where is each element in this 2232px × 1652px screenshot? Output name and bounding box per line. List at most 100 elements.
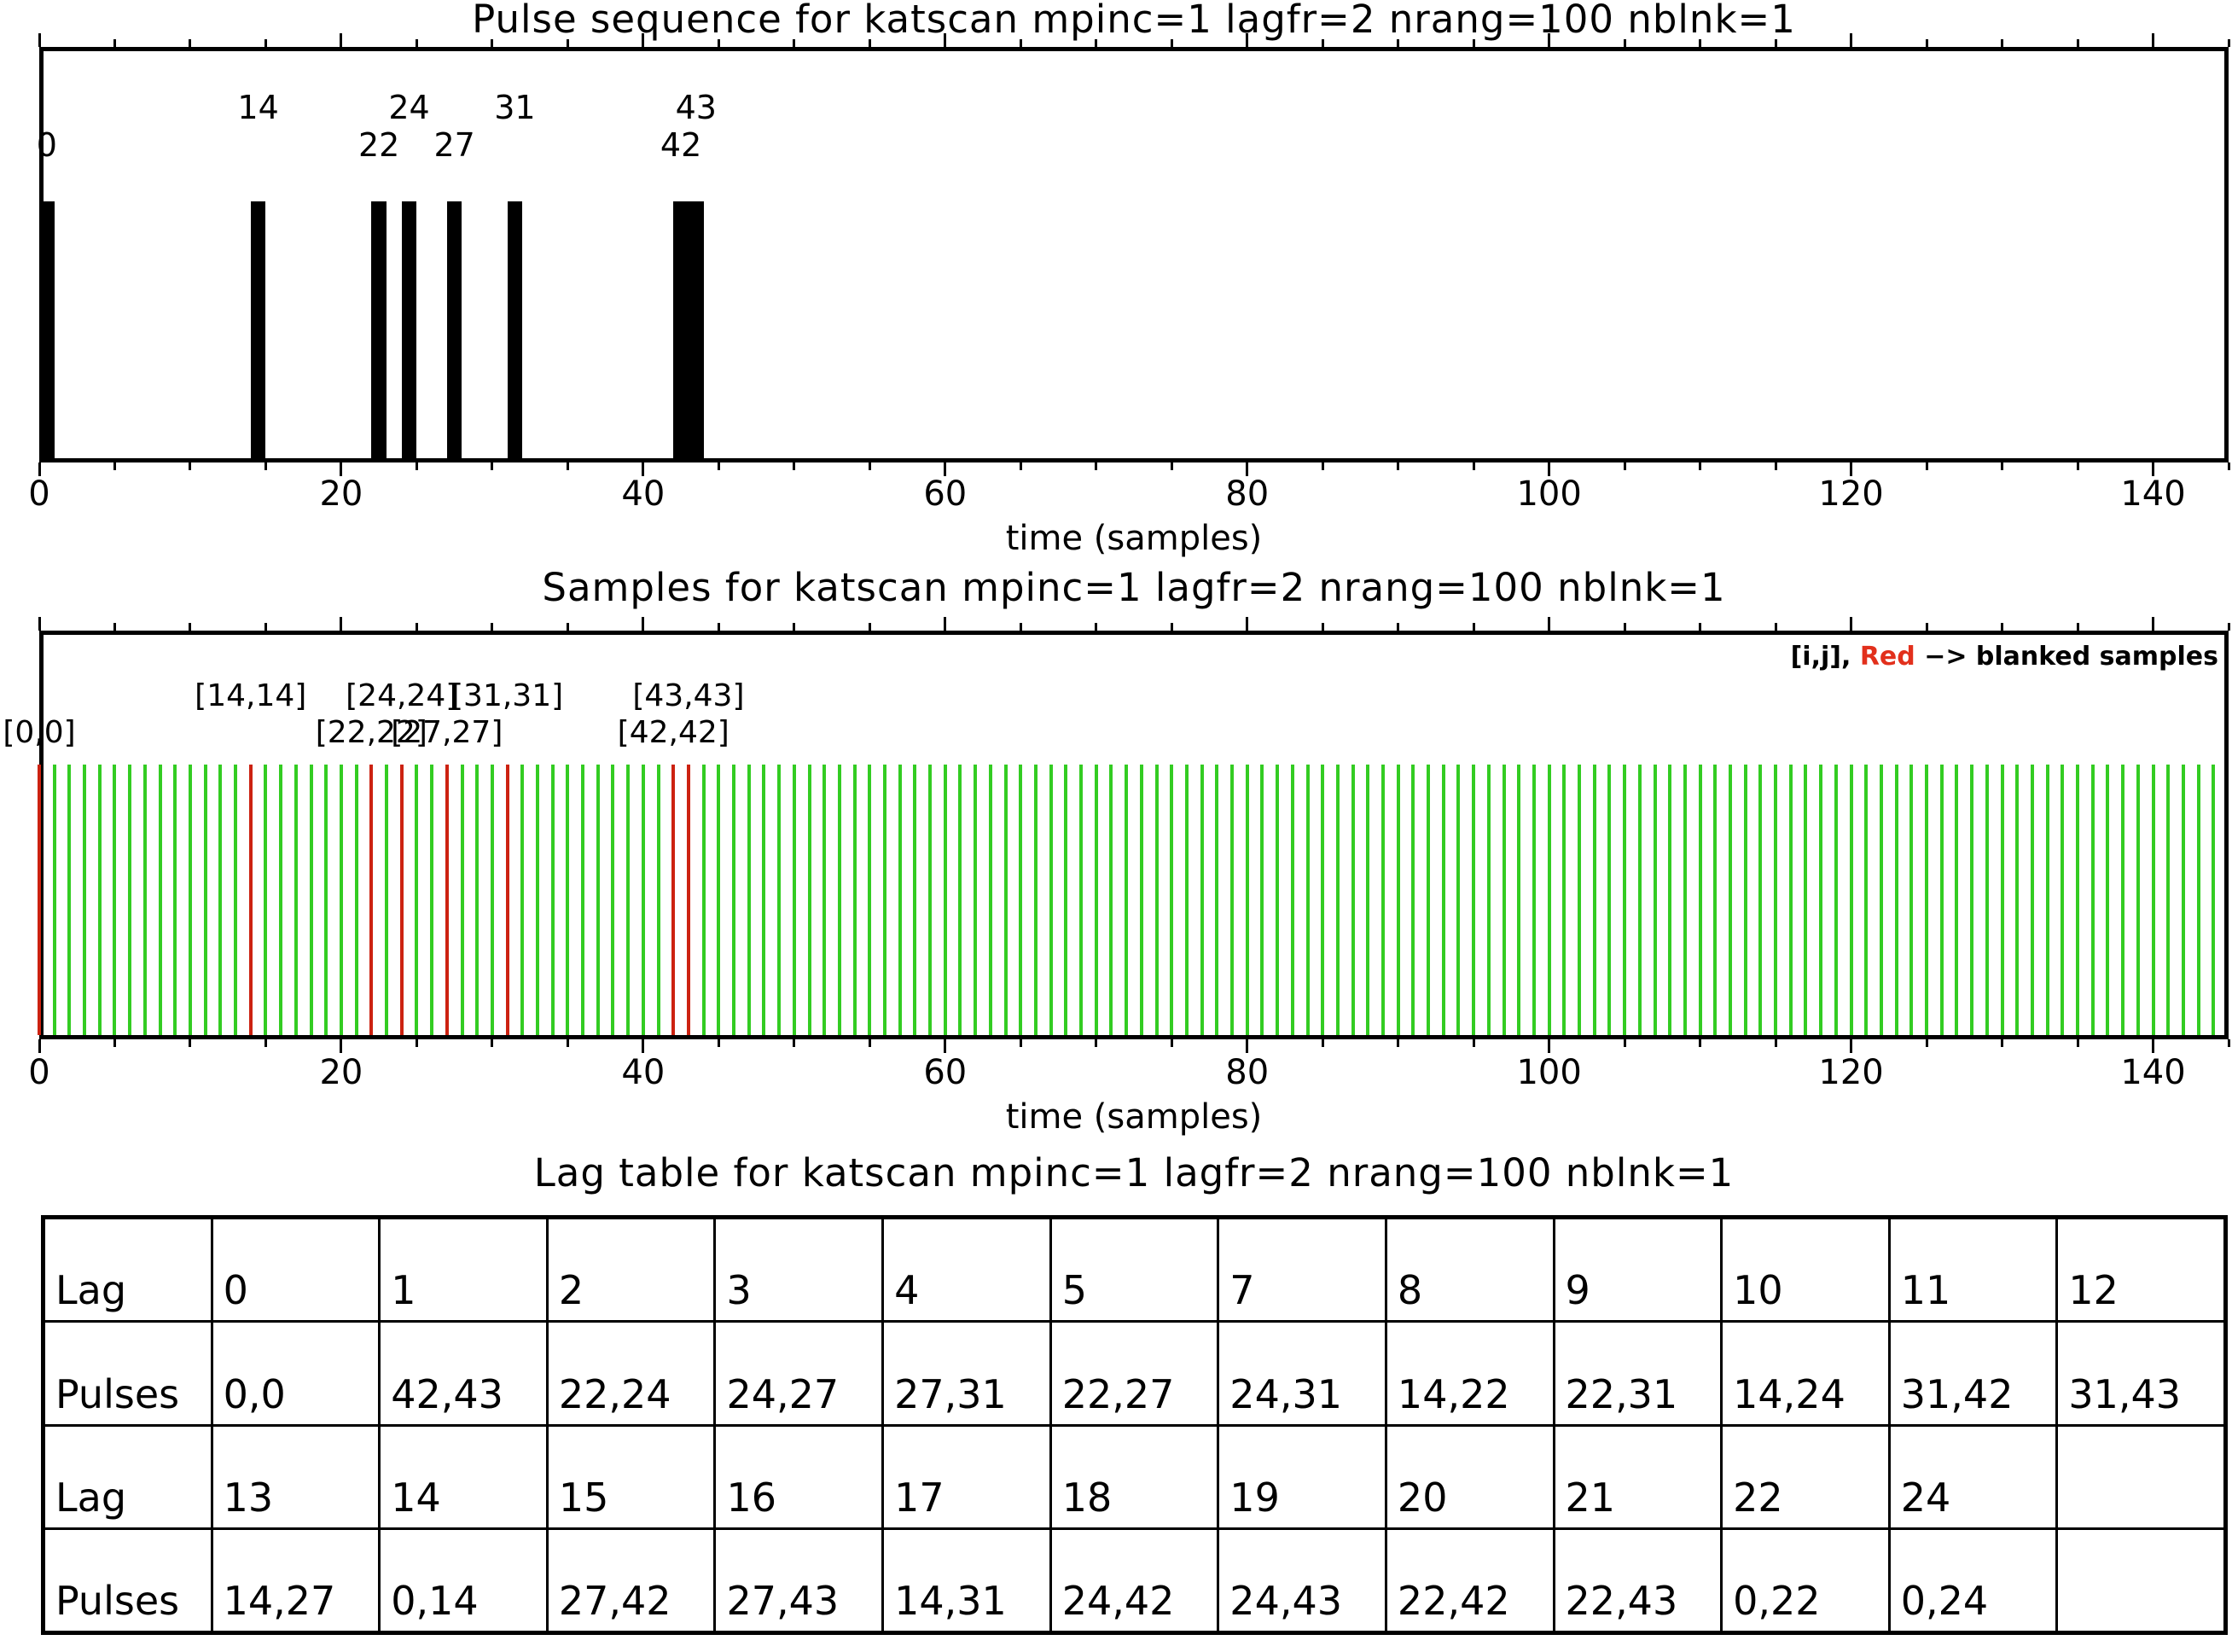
- table-cell: 8: [1387, 1219, 1553, 1320]
- sample-line: [747, 765, 751, 1035]
- sample-line: [491, 765, 494, 1035]
- minor-tick: [1473, 1039, 1475, 1047]
- pulse-bar-label: 43: [636, 89, 756, 126]
- minor-tick: [1322, 1039, 1324, 1047]
- axis-tick-label: 140: [2094, 474, 2213, 514]
- sample-line: [1909, 765, 1913, 1035]
- sample-line: [732, 765, 735, 1035]
- sample-line: [83, 765, 86, 1035]
- sample-line: [868, 765, 871, 1035]
- sample-line: [2001, 765, 2004, 1035]
- minor-tick: [1624, 462, 1626, 470]
- minor-tick: [1926, 462, 1928, 470]
- sample-line: [808, 765, 811, 1035]
- sample-line: [838, 765, 841, 1035]
- table-cell: 13: [213, 1427, 379, 1527]
- row-header-cell: Lag: [45, 1219, 211, 1320]
- sample-line: [113, 765, 116, 1035]
- minor-tick: [189, 1039, 191, 1047]
- axis-tick-label: 80: [1188, 1053, 1307, 1092]
- sample-line: [702, 765, 706, 1035]
- table-cell: 4: [884, 1219, 1049, 1320]
- table-cell: 22,43: [1555, 1530, 1721, 1631]
- sample-line: [777, 765, 781, 1035]
- axis-tick-label: 20: [282, 474, 401, 514]
- minor-tick: [491, 623, 493, 631]
- sample-line: [1654, 765, 1657, 1035]
- table-cell: 9: [1555, 1219, 1721, 1320]
- sample-line: [898, 765, 902, 1035]
- table-cell: 7: [1219, 1219, 1385, 1320]
- minor-tick: [1699, 462, 1701, 470]
- sample-line: [928, 765, 932, 1035]
- table-cell: 31,42: [1891, 1323, 2056, 1423]
- pulse-bar: [447, 201, 462, 458]
- major-tick: [1850, 1039, 1852, 1053]
- sample-line: [218, 765, 222, 1035]
- blanked-sample-line: [671, 765, 675, 1035]
- blanked-sample-line: [249, 765, 253, 1035]
- sample-line: [1260, 765, 1264, 1035]
- sample-line: [1004, 765, 1008, 1035]
- lag-table: Lag012345789101112Pulses0,042,4322,2424,…: [41, 1215, 2228, 1635]
- minor-tick: [869, 462, 871, 470]
- sample-line: [2166, 765, 2170, 1035]
- minor-tick: [1020, 623, 1022, 631]
- blanked-sample-label: [0,0]: [0, 715, 133, 750]
- sample-line: [1532, 765, 1536, 1035]
- samples-legend: [i,j], Red −> blanked samples: [1791, 642, 2218, 672]
- sample-line: [1125, 765, 1128, 1035]
- minor-tick: [189, 623, 191, 631]
- sample-line: [822, 765, 826, 1035]
- sample-line: [279, 765, 282, 1035]
- axis-tick-label: 40: [584, 1053, 703, 1092]
- table-cell: 27,31: [884, 1323, 1049, 1423]
- major-tick: [340, 617, 342, 631]
- sample-line: [2015, 765, 2019, 1035]
- sample-line: [159, 765, 162, 1035]
- minor-tick: [1322, 462, 1324, 470]
- major-tick: [642, 33, 644, 47]
- sample-line: [1804, 765, 1807, 1035]
- table-cell: 0,24: [1891, 1530, 2056, 1631]
- table-cell: 0: [213, 1219, 379, 1320]
- sample-line: [642, 765, 645, 1035]
- table-cell: 14,27: [213, 1530, 379, 1631]
- sample-line: [596, 765, 600, 1035]
- sample-line: [1049, 765, 1053, 1035]
- sample-line: [1230, 765, 1234, 1035]
- sample-line: [1970, 765, 1973, 1035]
- minor-tick: [1775, 39, 1777, 47]
- axis-tick-label: 140: [2094, 1053, 2213, 1092]
- sample-line: [1517, 765, 1520, 1035]
- axis-tick-label: 120: [1792, 474, 1911, 514]
- table-cell: 22,24: [549, 1323, 714, 1423]
- sample-line: [1397, 765, 1400, 1035]
- axis-tick-label: 0: [0, 1053, 99, 1092]
- sample-line: [2182, 765, 2185, 1035]
- minor-tick: [491, 39, 493, 47]
- table-cell: 3: [716, 1219, 881, 1320]
- sample-line: [1306, 765, 1310, 1035]
- sample-line: [1442, 765, 1445, 1035]
- minor-tick: [1322, 623, 1324, 631]
- sample-line: [1789, 765, 1793, 1035]
- sample-line: [1668, 765, 1671, 1035]
- sample-line: [611, 765, 614, 1035]
- minor-tick: [718, 39, 720, 47]
- sample-line: [1095, 765, 1098, 1035]
- table-cell: 31,43: [2058, 1323, 2223, 1423]
- major-tick: [642, 617, 644, 631]
- minor-tick: [567, 1039, 569, 1047]
- minor-tick: [1699, 623, 1701, 631]
- table-cell: 1: [381, 1219, 546, 1320]
- table-cell: 19: [1219, 1427, 1385, 1527]
- minor-tick: [1699, 39, 1701, 47]
- pulse-x-axis-label: time (samples): [39, 519, 2229, 558]
- table-cell: 20: [1387, 1427, 1553, 1527]
- pulse-bar: [673, 201, 689, 458]
- minor-tick: [869, 1039, 871, 1047]
- minor-tick: [1171, 1039, 1173, 1047]
- table-cell: [2058, 1530, 2223, 1631]
- pulse-sequence-panel: Pulse sequence for katscan mpinc=1 lagfr…: [0, 0, 2232, 563]
